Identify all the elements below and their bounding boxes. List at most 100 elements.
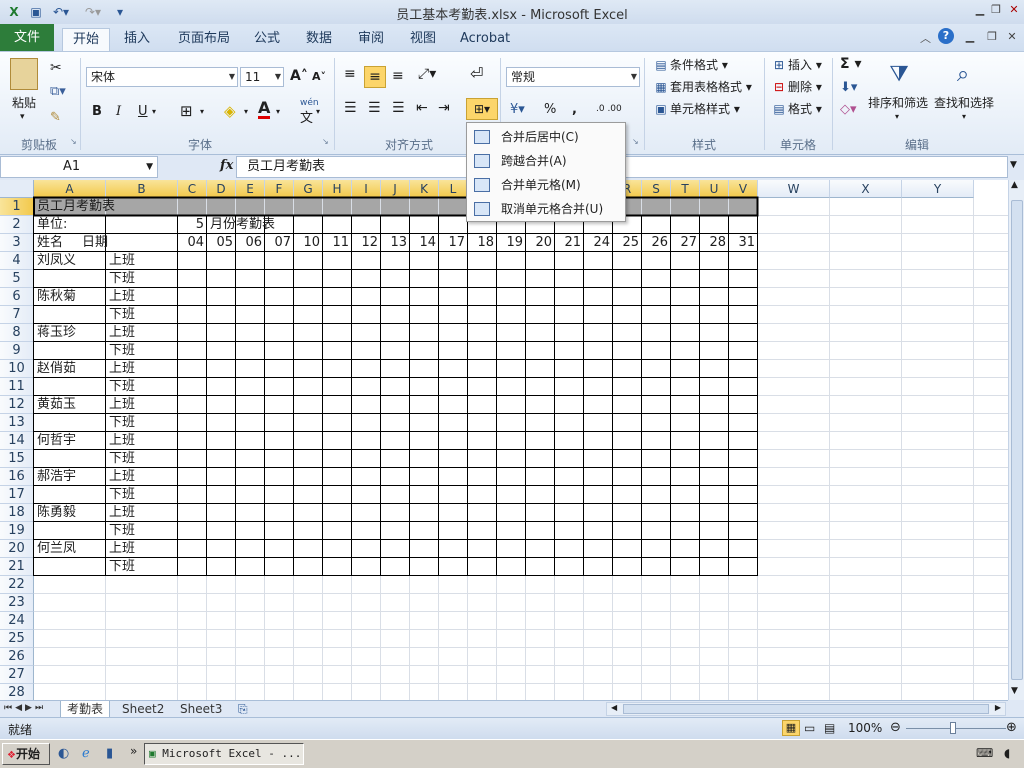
- autosum-icon[interactable]: Σ ▾: [840, 56, 861, 72]
- bold-button[interactable]: B: [92, 104, 102, 119]
- zoom-in-icon[interactable]: ⊕: [1006, 720, 1017, 735]
- page-break-view-icon[interactable]: ▤: [824, 721, 835, 735]
- borders-dropdown-icon[interactable]: ▾: [200, 107, 204, 116]
- scroll-down-icon[interactable]: ▼: [1011, 686, 1018, 696]
- fill-color-icon[interactable]: ◈: [224, 102, 236, 120]
- keyboard-icon[interactable]: ⌨: [976, 746, 993, 760]
- comma-button[interactable]: ,: [572, 102, 577, 117]
- align-right-icon[interactable]: ☰: [392, 100, 405, 116]
- insert-cells-button[interactable]: ⊞ 插入 ▾: [770, 54, 822, 76]
- restore-icon[interactable]: ❐: [988, 3, 1004, 17]
- scroll-thumb[interactable]: [1011, 200, 1023, 680]
- align-bottom-icon[interactable]: ≡: [392, 68, 404, 84]
- phonetic-guide-icon[interactable]: 文: [300, 107, 313, 126]
- worksheet-grid[interactable]: ABCDEFGHIJKLMNOPQRSTUVWXY 12345678910111…: [0, 180, 1008, 700]
- clipboard-launcher-icon[interactable]: ↘: [70, 137, 77, 146]
- delete-cells-button[interactable]: ⊟ 删除 ▾: [770, 76, 822, 98]
- browser-icon[interactable]: ℯ: [82, 746, 90, 761]
- font-size-combo[interactable]: 11 ▼: [240, 67, 284, 87]
- sort-filter-icon[interactable]: ⧩: [882, 58, 916, 92]
- fill-icon[interactable]: ⬇▾: [840, 80, 857, 95]
- clear-icon[interactable]: ◇▾: [840, 102, 857, 117]
- doc-minimize-icon[interactable]: ▁: [962, 30, 978, 44]
- tab-data[interactable]: 数据: [296, 28, 342, 51]
- phonetic-dropdown-icon[interactable]: ▾: [316, 107, 320, 116]
- wrap-text-icon[interactable]: ⏎: [470, 64, 483, 83]
- tray-icon[interactable]: ◖: [1004, 746, 1010, 760]
- tab-page-layout[interactable]: 页面布局: [168, 28, 240, 51]
- underline-dropdown-icon[interactable]: ▾: [152, 107, 156, 116]
- shrink-font-icon[interactable]: A˅: [312, 70, 326, 83]
- zoom-slider[interactable]: [906, 728, 1006, 729]
- fill-dropdown-icon[interactable]: ▾: [244, 107, 248, 116]
- copy-icon[interactable]: ⧉▾: [50, 84, 66, 99]
- merge-center-button[interactable]: ⊞▾: [466, 98, 498, 120]
- vertical-scrollbar[interactable]: ▲ ▼: [1008, 180, 1024, 700]
- tab-home[interactable]: 开始: [62, 28, 111, 51]
- sheet-tab-active[interactable]: 考勤表: [60, 701, 111, 718]
- align-middle-icon[interactable]: ≡: [364, 66, 386, 88]
- grow-font-icon[interactable]: A˄: [290, 68, 308, 84]
- new-sheet-icon[interactable]: ⎘: [238, 702, 248, 717]
- collapse-ribbon-icon[interactable]: ︿: [920, 30, 931, 46]
- doc-close-icon[interactable]: ✕: [1004, 30, 1020, 44]
- expand-formula-icon[interactable]: ▼: [1010, 160, 1017, 170]
- scroll-left-icon[interactable]: ◀: [611, 703, 617, 712]
- sort-filter-button[interactable]: 排序和筛选: [868, 92, 928, 114]
- help-icon[interactable]: ?: [938, 28, 954, 44]
- zoom-out-icon[interactable]: ⊖: [890, 720, 901, 735]
- find-select-icon[interactable]: ⌕: [946, 58, 980, 92]
- orientation-icon[interactable]: ⤢▾: [418, 66, 436, 82]
- number-format-combo[interactable]: 常规 ▼: [506, 67, 640, 87]
- scroll-right-icon[interactable]: ▶: [995, 703, 1001, 712]
- find-select-button[interactable]: 查找和选择: [934, 92, 994, 114]
- underline-button[interactable]: U: [138, 104, 148, 119]
- start-button[interactable]: ❖开始: [2, 743, 50, 765]
- font-launcher-icon[interactable]: ↘: [322, 137, 329, 146]
- paste-icon[interactable]: [10, 58, 38, 90]
- tab-view[interactable]: 视图: [400, 28, 446, 51]
- insert-function-button[interactable]: fx: [220, 158, 233, 173]
- menu-item-merge-cells[interactable]: 合并单元格(M): [469, 173, 623, 197]
- zoom-level[interactable]: 100%: [848, 721, 882, 735]
- align-left-icon[interactable]: ☰: [344, 100, 357, 116]
- align-center-icon[interactable]: ☰: [368, 100, 381, 116]
- format-painter-icon[interactable]: ✎: [50, 110, 61, 125]
- increase-indent-icon[interactable]: ⇥: [438, 100, 450, 116]
- scroll-up-icon[interactable]: ▲: [1011, 180, 1018, 190]
- horizontal-scrollbar[interactable]: ◀ ▶: [606, 702, 1006, 716]
- paste-button[interactable]: 粘贴: [12, 92, 36, 114]
- cell-styles-button[interactable]: ▣ 单元格样式 ▾: [652, 98, 740, 120]
- tab-file[interactable]: 文件: [0, 24, 54, 51]
- sheet-tab[interactable]: Sheet2: [116, 701, 170, 718]
- more-icon[interactable]: »: [130, 744, 137, 758]
- decimal-buttons[interactable]: .0 .00: [596, 104, 622, 114]
- quick-launch-icon[interactable]: ◐: [58, 746, 69, 761]
- currency-icon[interactable]: ¥▾: [510, 102, 525, 117]
- conditional-format-button[interactable]: ▤ 条件格式 ▾: [652, 54, 728, 76]
- close-icon[interactable]: ✕: [1006, 3, 1022, 17]
- format-cells-button[interactable]: ▤ 格式 ▾: [770, 98, 822, 120]
- sort-dropdown-icon[interactable]: ▾: [895, 112, 899, 121]
- doc-restore-icon[interactable]: ❐: [984, 30, 1000, 44]
- zoom-thumb[interactable]: [950, 722, 956, 734]
- cut-icon[interactable]: ✂: [50, 60, 62, 76]
- find-dropdown-icon[interactable]: ▾: [962, 112, 966, 121]
- media-icon[interactable]: ▮: [106, 746, 113, 761]
- format-as-table-button[interactable]: ▦ 套用表格格式 ▾: [652, 76, 752, 98]
- tab-acrobat[interactable]: Acrobat: [450, 28, 520, 51]
- align-top-icon[interactable]: ≡: [344, 66, 356, 82]
- sheet-nav-icons[interactable]: ⏮◀▶⏭: [4, 703, 46, 713]
- tab-formulas[interactable]: 公式: [244, 28, 290, 51]
- menu-item-merge-center[interactable]: 合并后居中(C): [469, 125, 623, 149]
- font-name-combo[interactable]: 宋体 ▼: [86, 67, 238, 87]
- tab-insert[interactable]: 插入: [114, 28, 160, 51]
- sheet-tab[interactable]: Sheet3: [174, 701, 228, 718]
- decrease-indent-icon[interactable]: ⇤: [416, 100, 428, 116]
- menu-item-unmerge[interactable]: 取消单元格合并(U): [469, 197, 623, 221]
- italic-button[interactable]: I: [116, 104, 121, 119]
- h-scroll-thumb[interactable]: [623, 704, 989, 714]
- page-layout-view-icon[interactable]: ▭: [804, 721, 815, 735]
- font-color-dropdown-icon[interactable]: ▾: [276, 107, 280, 116]
- menu-item-merge-across[interactable]: 跨越合并(A): [469, 149, 623, 173]
